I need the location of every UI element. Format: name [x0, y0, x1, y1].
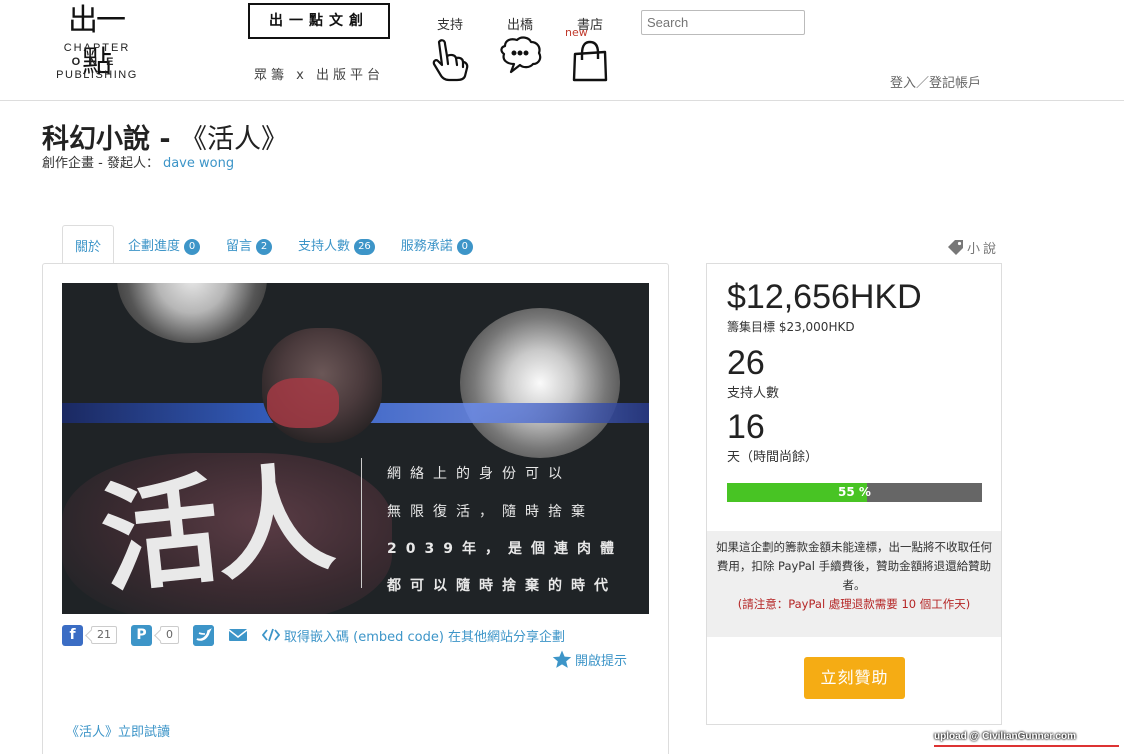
- watermark: upload @ CivilianGunner.com: [934, 731, 1076, 742]
- logo-line-one: ONE: [71, 56, 123, 68]
- progress-percent-label: 55 %: [838, 485, 871, 499]
- byline: 創作企畫 - 發起人： dave wong: [42, 152, 234, 171]
- tab-comments[interactable]: 留言 2: [212, 225, 284, 264]
- category-tag[interactable]: 小說: [947, 238, 999, 257]
- hero-image: 活人 網絡上的身份可以 無限復活，隨時捨棄 2039年，是個連肉體 都可以隨時捨…: [62, 283, 649, 614]
- amount-raised: $12,656HKD: [727, 278, 922, 316]
- new-badge: new: [565, 26, 588, 39]
- search-input[interactable]: [641, 10, 805, 35]
- shopping-bag-icon: [572, 40, 608, 82]
- trial-read-link[interactable]: 《活人》立即試讀: [66, 721, 170, 740]
- speech-bubble-icon: [500, 36, 542, 74]
- support-now-button[interactable]: 立刻贊助: [804, 657, 905, 699]
- nav-support-label: 支持: [436, 18, 463, 33]
- pinterest-share[interactable]: P 0: [131, 624, 179, 646]
- tab-service[interactable]: 服務承諾 0: [387, 225, 485, 264]
- byline-label: 創作企畫 - 發起人：: [42, 156, 159, 171]
- hero-calligraphy: 活人: [94, 447, 336, 610]
- tab-progress-count: 0: [184, 239, 201, 255]
- days-left: 16: [727, 408, 765, 446]
- tab-comments-label: 留言: [226, 239, 253, 254]
- tag-icon: [948, 240, 963, 255]
- nav-support[interactable]: 支持: [425, 14, 475, 84]
- hero-divider: [361, 458, 362, 588]
- page-title-name: 《活人》: [180, 124, 289, 155]
- tab-service-count: 0: [456, 239, 473, 255]
- login-register-link[interactable]: 登入／登記帳戶: [890, 72, 981, 91]
- logo-line-publishing: PUBLISHING: [56, 69, 138, 81]
- brand-subtitle: 眾籌 x 出版平台: [254, 68, 384, 83]
- backer-count-label: 支持人數: [727, 386, 780, 401]
- refund-notice: 如果這企劃的籌款金額未能達標，出一點將不收取任何費用，扣除 PayPal 手續費…: [707, 531, 1001, 637]
- project-tabs: 關於 企劃進度 0 留言 2 支持人數 26 服務承諾 0: [62, 225, 485, 264]
- refund-notice-text: 如果這企劃的籌款金額未能達標，出一點將不收取任何費用，扣除 PayPal 手續費…: [716, 540, 992, 592]
- tab-comments-count: 2: [256, 239, 273, 255]
- logo-line-chapter: CHAPTER: [63, 42, 131, 54]
- nav-bookstore[interactable]: 書店 new: [565, 14, 615, 84]
- tab-service-label: 服務承諾: [400, 239, 453, 254]
- brand-title[interactable]: 出一點文創: [248, 3, 390, 39]
- nav-bridge-label: 出橋: [506, 18, 533, 33]
- surgeon-mask: [267, 378, 339, 428]
- pinterest-count: 0: [160, 626, 179, 644]
- hero-text-line-4: 都可以隨時捨棄的時代: [387, 578, 617, 594]
- watermark-underline: [934, 745, 1119, 747]
- category-tag-label: 小說: [967, 242, 1000, 257]
- tab-progress-label: 企劃進度: [128, 239, 181, 254]
- author-link[interactable]: dave wong: [163, 156, 234, 171]
- show-hints-link[interactable]: 開啟提示: [552, 650, 627, 669]
- logo-calligraphy: 出一點: [68, 3, 126, 80]
- backer-count: 26: [727, 344, 765, 382]
- hero-text-line-2: 無限復活，隨時捨棄: [387, 504, 594, 520]
- share-bar: f 21 P 0 取得嵌入碼 (embed code) 在其他網站分享企劃: [62, 624, 565, 646]
- mail-icon: [228, 629, 248, 641]
- twitter-icon: [193, 624, 214, 646]
- hero-text-line-3: 2039年，是個連肉體: [387, 541, 623, 557]
- surgical-lamp-right: [460, 308, 620, 458]
- tab-progress[interactable]: 企劃進度 0: [114, 225, 212, 264]
- pinterest-icon: P: [131, 624, 152, 646]
- refund-warning: (請注意：PayPal 處理退款需要 10 個工作天): [737, 597, 971, 611]
- tab-about[interactable]: 關於: [62, 225, 115, 264]
- hero-text-line-1: 網絡上的身份可以: [387, 466, 571, 482]
- site-logo[interactable]: 出一點 CHAPTER ONE PUBLISHING: [52, 0, 142, 90]
- days-left-label: 天（時間尚餘）: [727, 450, 819, 465]
- facebook-icon: f: [62, 624, 83, 646]
- twitter-share[interactable]: [193, 624, 214, 646]
- star-icon: [552, 650, 572, 668]
- page-title-prefix: 科幻小說 -: [42, 124, 181, 155]
- site-header: 出一點 CHAPTER ONE PUBLISHING 出一點文創 眾籌 x 出版…: [0, 0, 1124, 101]
- hand-pointer-icon: [432, 39, 469, 82]
- facebook-share[interactable]: f 21: [62, 624, 117, 646]
- surgical-lamp-left: [117, 283, 267, 343]
- page-title: 科幻小說 - 《活人》: [42, 117, 288, 156]
- funding-goal: 籌集目標 $23,000HKD: [727, 320, 855, 334]
- tab-backers-label: 支持人數: [298, 239, 351, 254]
- email-share[interactable]: [228, 627, 248, 643]
- funding-panel: $12,656HKD 籌集目標 $23,000HKD 26 支持人數 16 天（…: [706, 263, 1002, 725]
- tab-backers-count: 26: [354, 239, 375, 255]
- tab-backers[interactable]: 支持人數 26: [284, 225, 387, 264]
- code-icon: [262, 628, 280, 642]
- funding-progress-bar: 55 %: [727, 483, 982, 502]
- embed-code-link[interactable]: 取得嵌入碼 (embed code) 在其他網站分享企劃: [284, 626, 565, 645]
- show-hints-label: 開啟提示: [575, 654, 628, 669]
- facebook-count: 21: [91, 626, 117, 644]
- nav-bridge[interactable]: 出橋: [495, 14, 545, 84]
- tab-about-label: 關於: [75, 240, 102, 255]
